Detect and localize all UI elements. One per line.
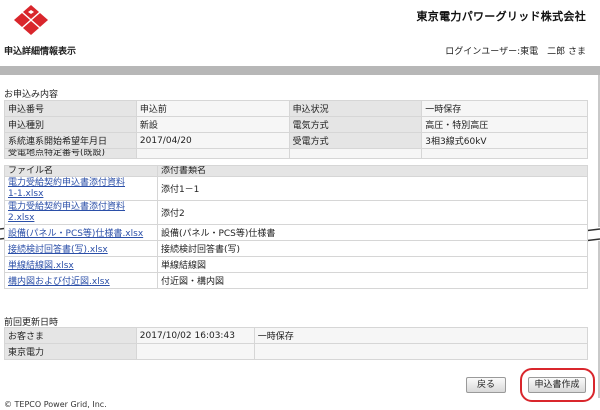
- update-status: 一時保存: [253, 327, 589, 344]
- attachment-file-link[interactable]: 電力受給契約申込書添付資料 2.xlsx: [8, 202, 154, 224]
- attachment-description: 単線結線図: [156, 256, 589, 273]
- attachment-file-link[interactable]: 単線結線図.xlsx: [8, 261, 74, 271]
- field-label: 受電方式: [288, 132, 423, 149]
- table-row: 単線結線図.xlsx 単線結線図: [4, 256, 589, 273]
- header-divider-bar: [0, 66, 600, 75]
- table-row: 申込番号 申込前 申込状況 一時保存: [4, 100, 588, 117]
- update-status: [253, 343, 589, 360]
- application-details-table: 申込番号 申込前 申込状況 一時保存 申込種別 新設 電気方式 高圧・特別高圧 …: [4, 100, 588, 159]
- update-datetime: 2017/10/02 16:03:43: [135, 327, 255, 344]
- field-value: 2017/04/20: [135, 132, 290, 149]
- table-row: お客さま 2017/10/02 16:03:43 一時保存: [4, 327, 589, 344]
- table-row: 設備(パネル・PCS等)仕様書.xlsx 設備(パネル・PCS等)仕様書: [4, 224, 589, 241]
- back-button[interactable]: 戻る: [466, 377, 506, 393]
- field-label: 東京電力: [4, 343, 137, 360]
- create-button-highlight: [520, 368, 595, 402]
- attachment-description: 設備(パネル・PCS等)仕様書: [156, 224, 589, 241]
- page-title: 申込詳細情報表示: [4, 47, 77, 57]
- attachment-file-link[interactable]: 電力受給契約申込書添付資料 1-1.xlsx: [8, 178, 154, 200]
- table-row: 電力受給契約申込書添付資料 1-1.xlsx 添付1－1: [4, 176, 589, 201]
- attachment-file-link[interactable]: 構内図および付近図.xlsx: [8, 277, 110, 287]
- table-row: 接続検討回答書(写).xlsx 接続検討回答書(写): [4, 240, 589, 257]
- attachment-file-link[interactable]: 設備(パネル・PCS等)仕様書.xlsx: [8, 229, 143, 239]
- application-section-title: お申込み内容: [4, 90, 59, 100]
- table-row: 構内図および付近図.xlsx 付近図・構内図: [4, 272, 589, 289]
- column-header: ファイル名: [4, 165, 158, 177]
- field-label: 申込番号: [4, 100, 137, 117]
- table-row: 電力受給契約申込書添付資料 2.xlsx 添付2: [4, 200, 589, 225]
- field-label: 受電地点特定番号(既設): [8, 148, 106, 158]
- field-label: 電気方式: [288, 116, 423, 133]
- attachment-description: 付近図・構内図: [156, 272, 589, 289]
- table-row: 受電地点特定番号(既設): [4, 148, 588, 159]
- field-label: 申込種別: [4, 116, 137, 133]
- field-value: 一時保存: [421, 100, 588, 117]
- login-user-info: ログインユーザー:東電 二郎 さま: [445, 47, 586, 57]
- column-header: 添付書類名: [156, 165, 589, 177]
- tepco-logo-icon: [14, 5, 48, 35]
- company-name: 東京電力パワーグリッド株式会社: [416, 10, 586, 23]
- last-update-table: お客さま 2017/10/02 16:03:43 一時保存 東京電力: [4, 327, 589, 360]
- table-row: 東京電力: [4, 343, 589, 360]
- table-row: 系統連系開始希望年月日 2017/04/20 受電方式 3相3線式60kV: [4, 132, 588, 149]
- attachment-file-link[interactable]: 接続検討回答書(写).xlsx: [8, 245, 108, 255]
- attachment-description: 添付2: [156, 200, 589, 225]
- attachment-description: 接続検討回答書(写): [156, 240, 589, 257]
- copyright-text: © TEPCO Power Grid, Inc.: [4, 400, 107, 409]
- field-label: お客さま: [4, 327, 137, 344]
- field-label: 系統連系開始希望年月日: [4, 132, 137, 149]
- attachment-files-table: ファイル名 添付書類名 電力受給契約申込書添付資料 1-1.xlsx 添付1－1 …: [4, 165, 589, 289]
- field-value: 新設: [135, 116, 290, 133]
- page-header: 東京電力パワーグリッド株式会社 申込詳細情報表示 ログインユーザー:東電 二郎 …: [0, 0, 600, 68]
- table-row: 申込種別 新設 電気方式 高圧・特別高圧: [4, 116, 588, 133]
- field-value: 高圧・特別高圧: [421, 116, 588, 133]
- field-label: 申込状況: [288, 100, 423, 117]
- attachment-description: 添付1－1: [156, 176, 589, 201]
- field-value: 申込前: [135, 100, 290, 117]
- update-datetime: [135, 343, 255, 360]
- table-row: ファイル名 添付書類名: [4, 165, 589, 177]
- field-value: 3相3線式60kV: [421, 132, 588, 149]
- content-frame: お申込み内容 申込番号 申込前 申込状況 一時保存 申込種別 新設 電気方式 高…: [0, 75, 600, 402]
